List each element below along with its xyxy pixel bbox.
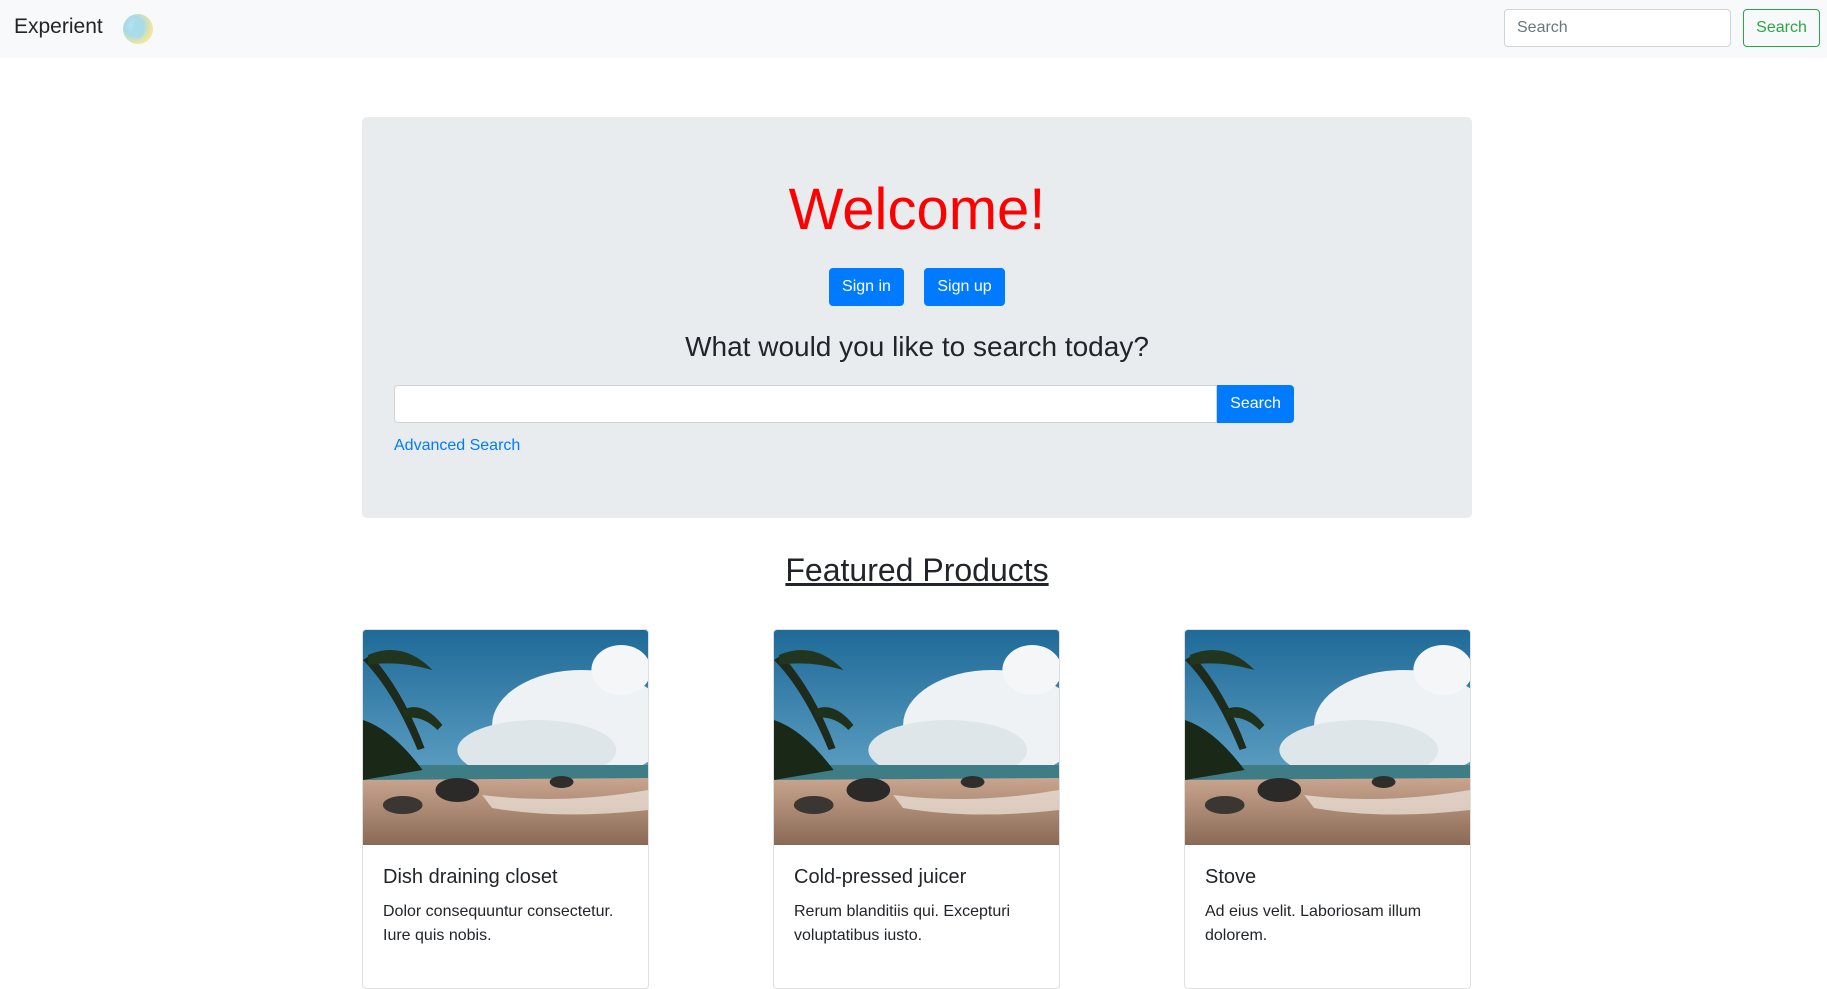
product-card[interactable]: Dish draining closet Dolor consequuntur … <box>362 629 649 989</box>
product-description: Ad eius velit. Laboriosam illum dolorem. <box>1205 903 1422 944</box>
logo-icon <box>123 14 153 44</box>
hero-jumbotron: Welcome! Sign in Sign up What would you … <box>362 117 1472 518</box>
featured-products-heading: Featured Products <box>785 552 1049 588</box>
product-description: Rerum blanditiis qui. Excepturi voluptat… <box>794 903 1011 944</box>
main-search-button[interactable]: Search <box>1217 385 1294 423</box>
welcome-heading: Welcome! <box>788 177 1046 242</box>
search-prompt-heading: What would you like to search today? <box>685 331 1149 362</box>
product-image <box>774 630 1059 845</box>
main-search-input[interactable] <box>394 385 1217 423</box>
product-image <box>1185 630 1470 845</box>
brand-name[interactable]: Experient <box>14 15 103 39</box>
product-card[interactable]: Cold-pressed juicer Rerum blanditiis qui… <box>773 629 1060 989</box>
product-name[interactable]: Dish draining closet <box>383 866 558 889</box>
advanced-search-link[interactable]: Advanced Search <box>394 437 520 455</box>
sign-in-button[interactable]: Sign in <box>829 268 904 306</box>
navbar: Experient Search <box>0 0 1827 58</box>
navbar-search-button[interactable]: Search <box>1743 9 1820 47</box>
product-name[interactable]: Stove <box>1205 866 1256 889</box>
product-description: Dolor consequuntur consectetur. Iure qui… <box>383 903 614 944</box>
product-image <box>363 630 648 845</box>
navbar-search-input[interactable] <box>1504 9 1731 47</box>
product-card[interactable]: Stove Ad eius velit. Laboriosam illum do… <box>1184 629 1471 989</box>
sign-up-button[interactable]: Sign up <box>924 268 1005 306</box>
product-name[interactable]: Cold-pressed juicer <box>794 866 966 889</box>
